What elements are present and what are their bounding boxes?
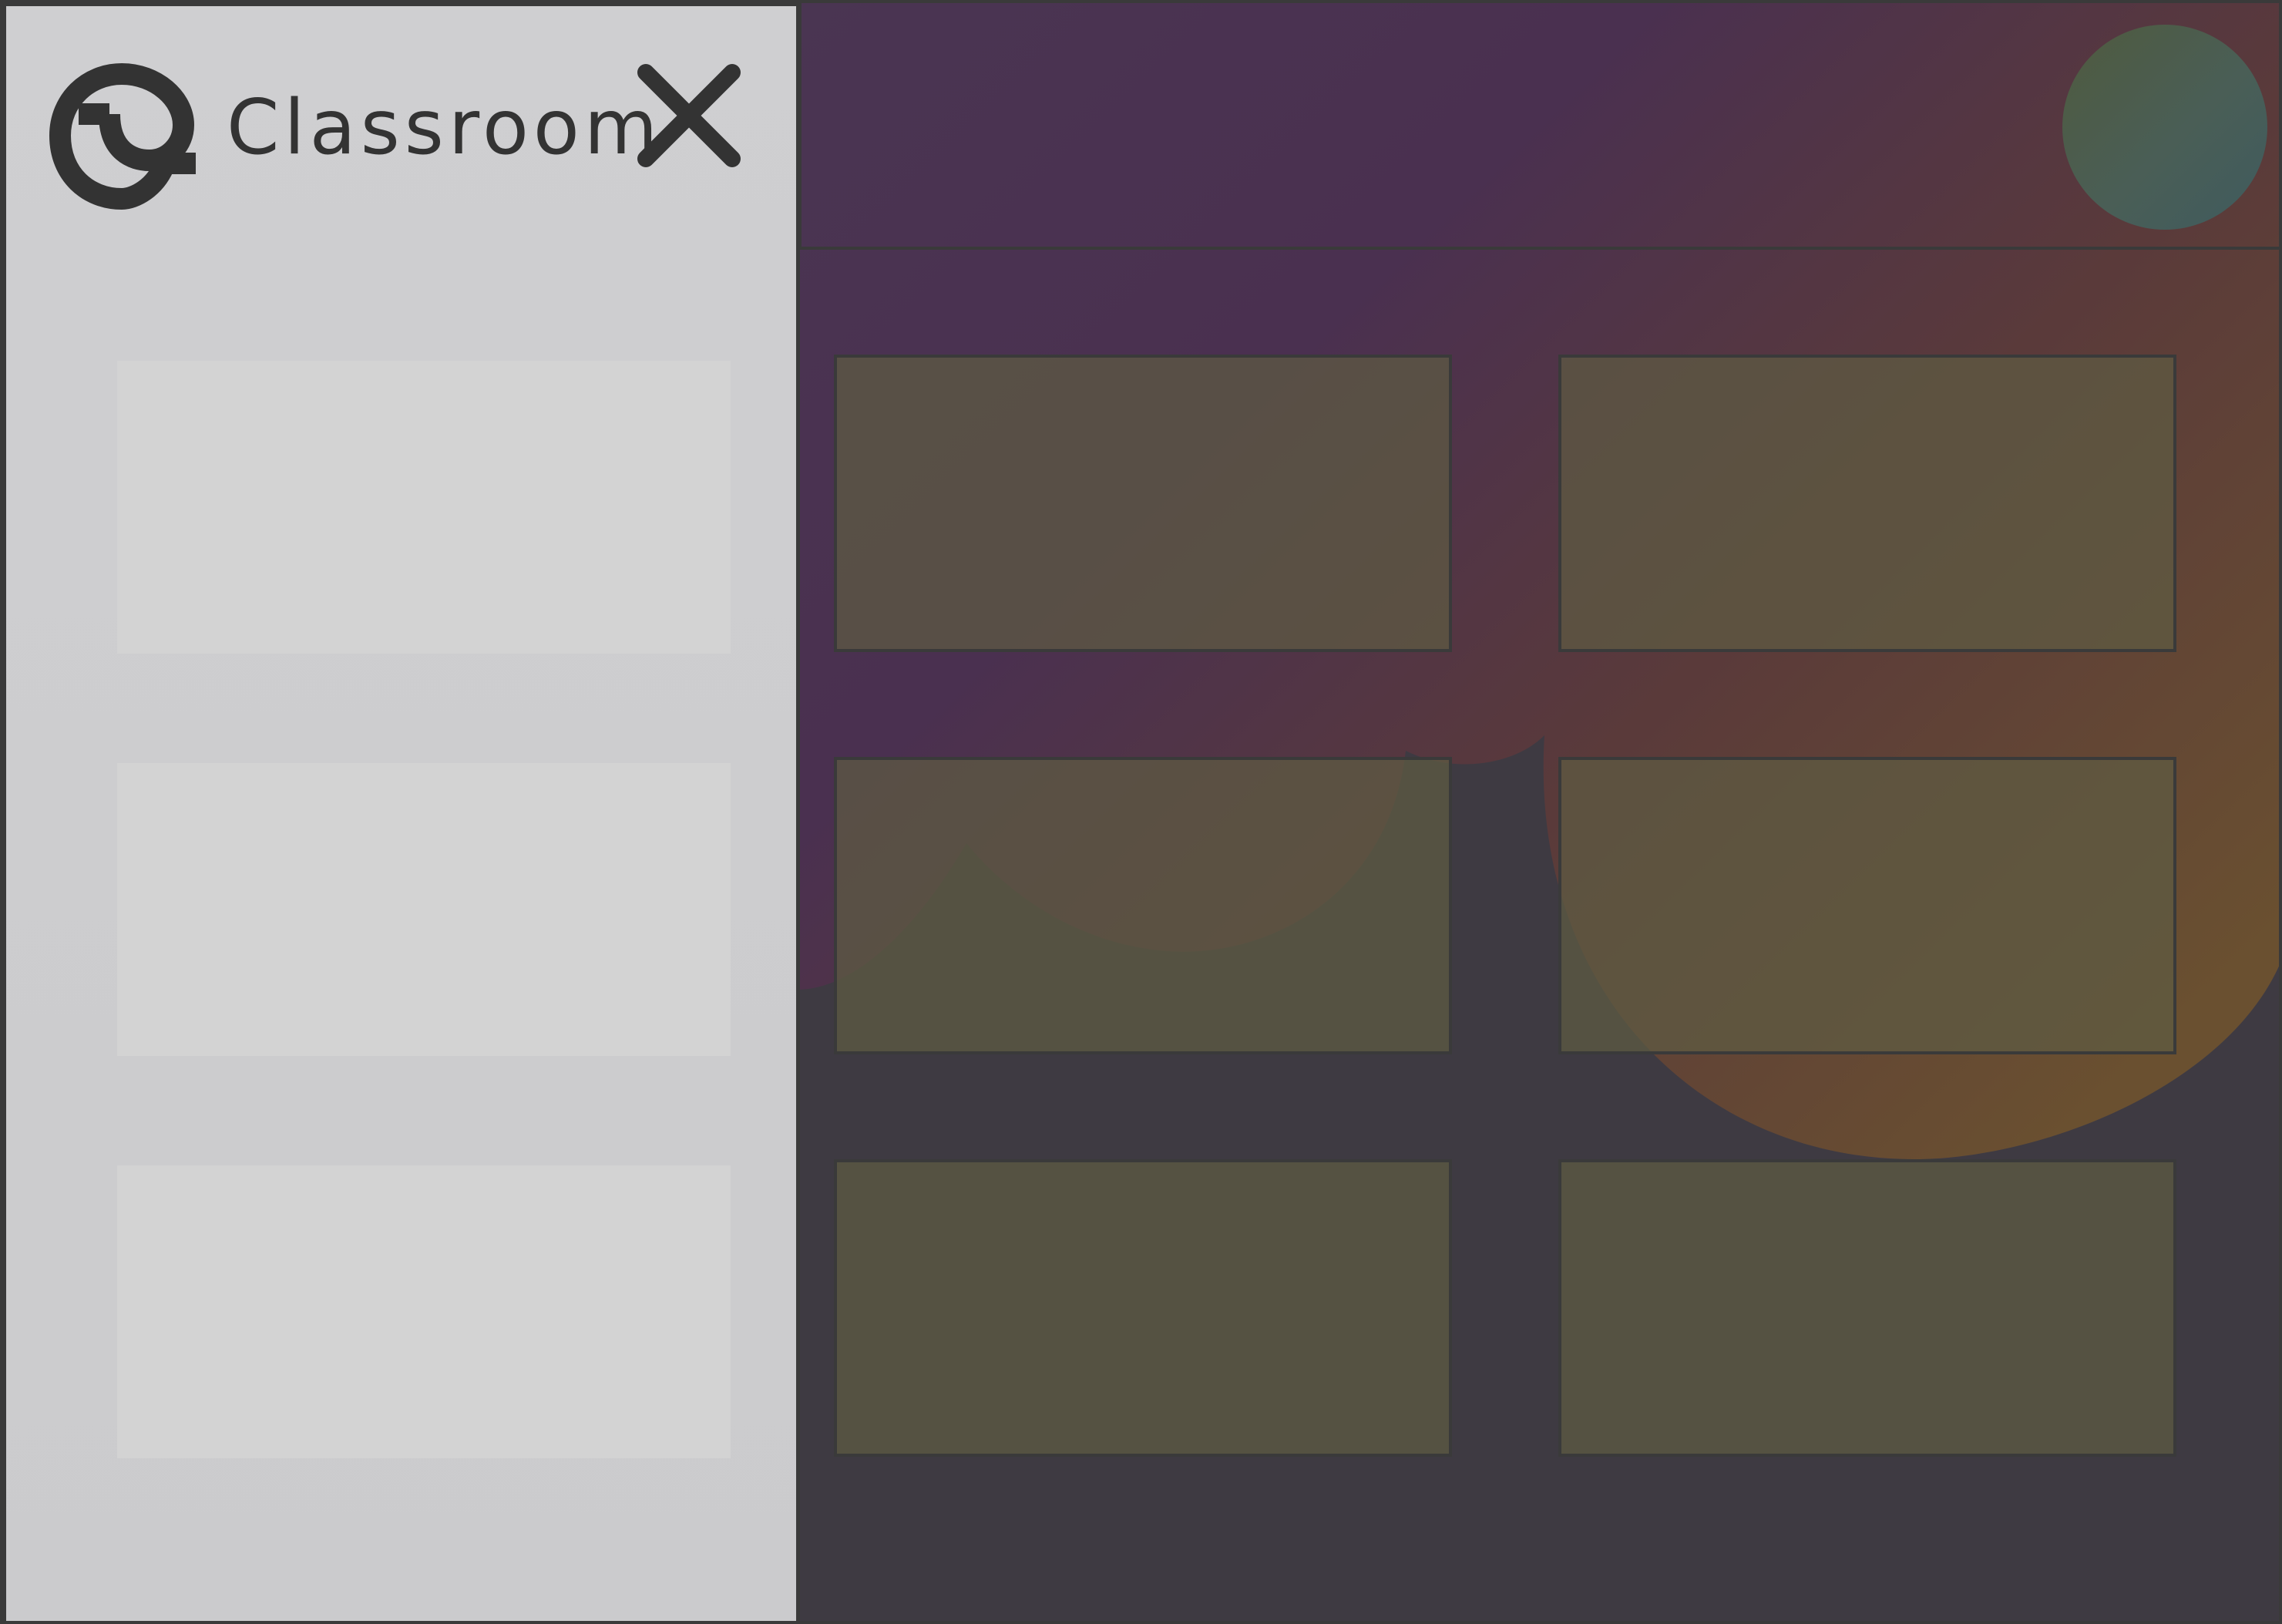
drawer-item[interactable]: [117, 361, 731, 654]
classroom-app: Classroom: [0, 0, 2282, 1624]
spiral-logo-icon: [48, 52, 197, 211]
course-grid: [834, 355, 2179, 1457]
drawer-list: [117, 361, 731, 1568]
user-avatar[interactable]: [2062, 25, 2267, 230]
close-icon: [637, 64, 741, 167]
drawer-item[interactable]: [117, 763, 731, 1056]
app-title: Classroom: [227, 84, 663, 172]
course-card[interactable]: [834, 757, 1452, 1054]
drawer-header: Classroom: [6, 6, 800, 237]
course-card[interactable]: [1558, 1159, 2176, 1457]
course-card[interactable]: [1558, 355, 2176, 652]
top-app-bar: [798, 3, 2279, 250]
course-card[interactable]: [834, 355, 1452, 652]
drawer-item[interactable]: [117, 1165, 731, 1458]
course-card[interactable]: [1558, 757, 2176, 1054]
course-card[interactable]: [834, 1159, 1452, 1457]
navigation-drawer: Classroom: [3, 3, 800, 1621]
close-button[interactable]: [635, 62, 743, 170]
